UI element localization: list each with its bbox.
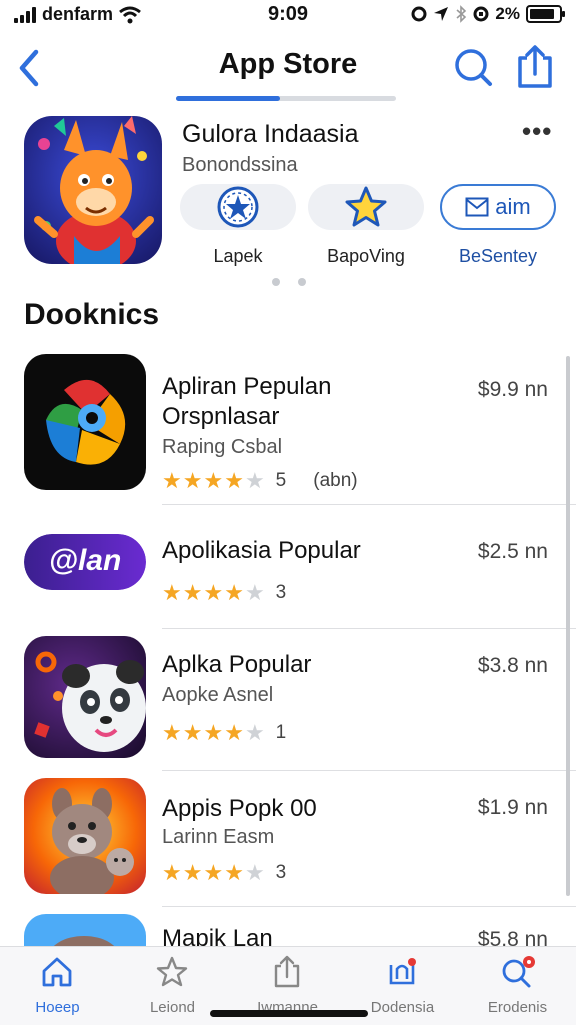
pill-button-lapek[interactable] <box>180 184 296 230</box>
featured-app-icon <box>24 116 162 264</box>
app-icon <box>24 778 146 894</box>
divider <box>162 770 576 771</box>
pill-label-lapek: Lapek <box>213 246 263 266</box>
star-icon: ★ <box>203 720 224 745</box>
status-bar: denfarm 9:09 2% <box>0 0 576 30</box>
star-icon: ★ <box>224 860 244 885</box>
tab-label: Hoeep <box>35 999 80 1016</box>
star-icon: ★ <box>203 860 224 885</box>
home-icon <box>42 957 72 987</box>
app-title: Aplka Popular <box>162 651 312 678</box>
header-progress-bar <box>176 96 396 101</box>
app-price[interactable]: $1.9 nn <box>478 796 548 820</box>
list-item[interactable]: @lan Apolikasia Popular $2.5 nn ★ ★ ★ ★ ★ 3 <box>0 516 576 628</box>
star-icon <box>345 186 387 227</box>
app-price[interactable]: $9.9 nn <box>478 378 548 402</box>
pill-label-bapoving: BapoVing <box>327 246 405 266</box>
star-rating: ★ ★ ★ ★ ★ 5 (abn) <box>162 470 358 492</box>
star-rating: ★ ★ ★ ★ ★ 3 <box>162 862 286 884</box>
app-price[interactable]: $2.5 nn <box>478 540 548 564</box>
list-item[interactable]: Appis Popk 00 Larinn Easm $1.9 nn ★ ★ ★ ★ ★ … <box>0 778 576 906</box>
battery-icon <box>526 5 565 23</box>
star-icon: ★ <box>224 720 244 745</box>
nav-bar: App Store <box>0 40 576 94</box>
alarm-icon <box>411 6 427 22</box>
star-icon: ★ <box>182 580 203 605</box>
featured-app-subtitle: Bonondssina <box>182 154 298 176</box>
star-empty-icon: ★ <box>244 720 265 745</box>
more-options-button[interactable]: ••• <box>522 116 552 147</box>
scrollbar[interactable] <box>566 356 570 896</box>
app-icon-text: @lan <box>48 544 122 577</box>
list-item[interactable]: Apliran Pepulan Orspnlasar Raping Csbal … <box>0 354 576 504</box>
app-subtitle: Larinn Easm <box>162 826 275 848</box>
star-icon: ★ <box>203 580 224 605</box>
status-right: 2% <box>411 4 565 24</box>
app-title: Appis Popk 00 <box>162 795 317 822</box>
divider <box>162 628 576 629</box>
tab-search[interactable]: Erodenis <box>460 947 575 1025</box>
app-title-line2: Orspnlasar <box>162 403 280 430</box>
app-icon <box>24 636 146 758</box>
star-icon: ★ <box>224 580 244 605</box>
page-indicator <box>272 278 306 286</box>
star-icon: ★ <box>224 468 244 493</box>
app-icon <box>24 914 146 946</box>
app-price[interactable]: $5.8 nn <box>478 928 548 946</box>
pill-button-besentey[interactable]: aim <box>440 184 556 230</box>
back-button[interactable] <box>12 44 48 88</box>
rating-count: 3 <box>275 582 287 603</box>
rating-count: 5 <box>275 470 287 491</box>
app-subtitle: Raping Csbal <box>162 436 283 458</box>
app-title: Apliran Pepulan <box>162 373 332 400</box>
app-title: Apolikasia Popular <box>162 537 361 564</box>
star-icon: ★ <box>162 468 182 493</box>
rating-count: 1 <box>275 722 287 743</box>
star-icon: ★ <box>162 720 182 745</box>
featured-app-title: Gulora Indaasia <box>182 120 359 148</box>
list-item[interactable]: Mapik Lan $5.8 nn <box>0 914 576 946</box>
mail-icon <box>465 197 489 217</box>
star-icon <box>156 956 188 987</box>
search-icon <box>502 956 535 988</box>
star-empty-icon: ★ <box>244 468 265 493</box>
star-icon: ★ <box>182 468 203 493</box>
section-title: Dooknics <box>24 298 160 331</box>
app-title: Mapik Lan <box>162 925 273 946</box>
star-empty-icon: ★ <box>244 860 265 885</box>
battery-percent: 2% <box>495 4 520 23</box>
pill-button-text: aim <box>495 194 531 219</box>
rotation-lock-icon <box>473 6 489 22</box>
star-icon: ★ <box>162 860 182 885</box>
tab-label: Erodenis <box>487 999 548 1016</box>
star-empty-icon: ★ <box>244 580 265 605</box>
app-price[interactable]: $3.8 nn <box>478 654 548 678</box>
featured-app[interactable]: Gulora Indaasia Bonondssina ••• Lapek Ba… <box>0 114 576 294</box>
updates-icon <box>389 958 416 985</box>
star-icon: ★ <box>162 580 182 605</box>
star-icon: ★ <box>182 860 203 885</box>
pill-button-bapoving[interactable] <box>308 184 424 230</box>
app-icon <box>24 354 146 490</box>
rating-extra: (abn) <box>313 470 358 491</box>
tab-home[interactable]: Hoeep <box>0 947 115 1025</box>
list-item[interactable]: Aplka Popular Aopke Asnel $3.8 nn ★ ★ ★ ★ ★ … <box>0 636 576 770</box>
globe-star-icon <box>217 186 259 228</box>
star-rating: ★ ★ ★ ★ ★ 3 <box>162 582 286 604</box>
divider <box>162 504 576 505</box>
star-icon: ★ <box>182 720 203 745</box>
rating-count: 3 <box>275 862 287 883</box>
location-icon <box>434 7 449 21</box>
share-icon <box>274 955 300 988</box>
app-subtitle: Aopke Asnel <box>162 684 274 706</box>
home-indicator <box>210 1010 368 1017</box>
share-button[interactable] <box>512 44 558 90</box>
bluetooth-icon <box>456 5 467 23</box>
star-rating: ★ ★ ★ ★ ★ 1 <box>162 722 286 744</box>
divider <box>162 906 576 907</box>
pill-label-besentey: BeSentey <box>458 246 538 266</box>
search-button[interactable] <box>452 46 494 88</box>
star-icon: ★ <box>203 468 224 493</box>
